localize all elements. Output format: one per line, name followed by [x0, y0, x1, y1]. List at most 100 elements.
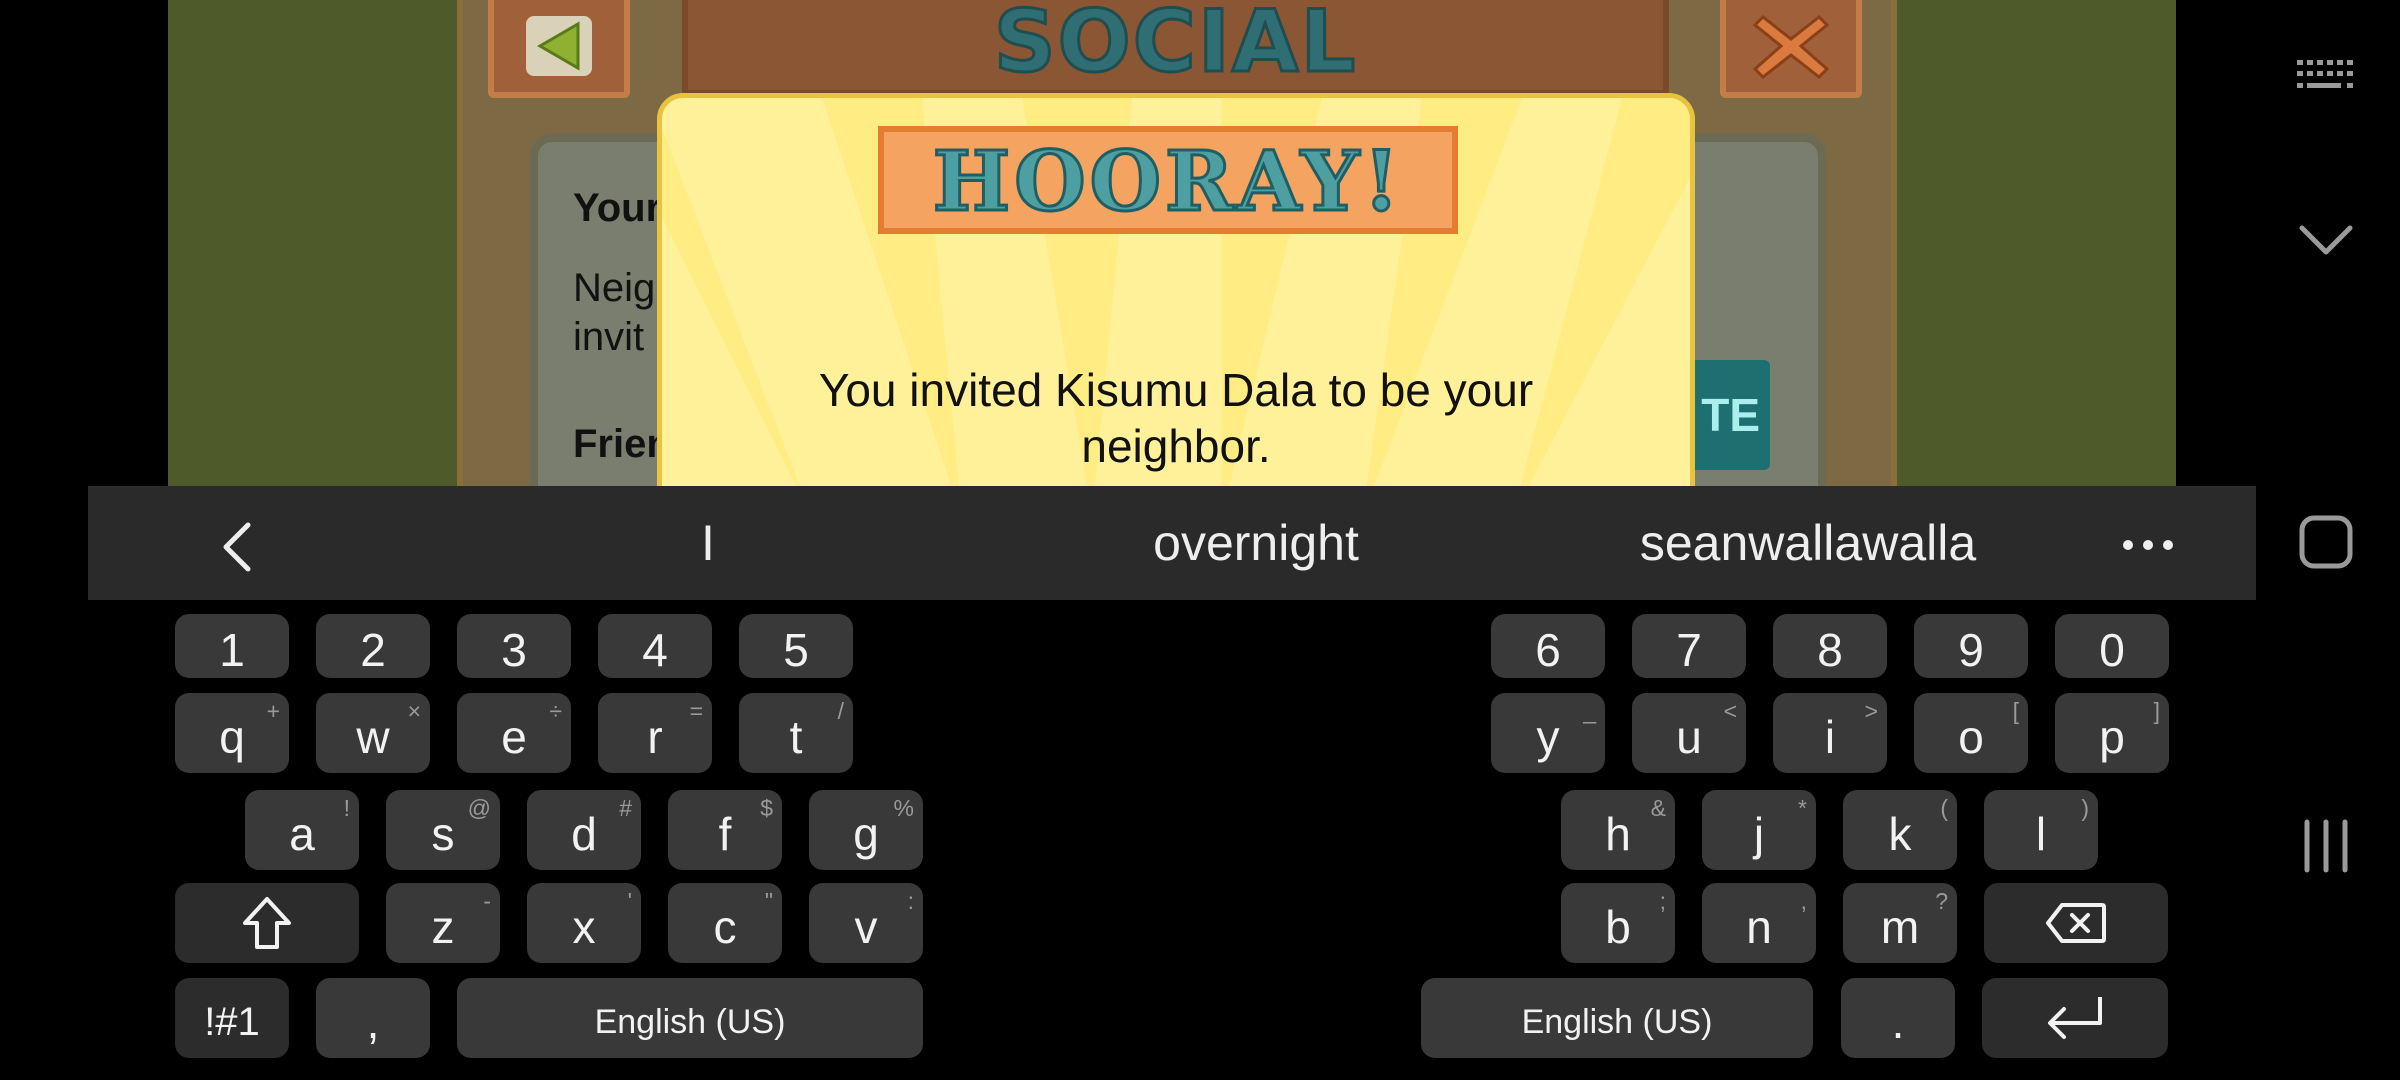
key-r[interactable]: r = — [598, 693, 712, 773]
invite-button-label: TE — [1701, 389, 1760, 441]
key-label: p — [2099, 711, 2125, 763]
key-9[interactable]: 9 — [1914, 614, 2028, 678]
key-label: j — [1753, 808, 1765, 860]
key-hint: [ — [2012, 698, 2019, 724]
key-hint: , — [1800, 888, 1807, 914]
more-options-button[interactable] — [2088, 486, 2208, 600]
key-6[interactable]: 6 — [1491, 614, 1605, 678]
key-hint: # — [619, 795, 632, 821]
enter-key[interactable] — [1982, 978, 2168, 1058]
key-j[interactable]: j * — [1702, 790, 1816, 870]
key-2[interactable]: 2 — [316, 614, 430, 678]
backspace-key[interactable] — [1984, 883, 2168, 963]
key-3[interactable]: 3 — [457, 614, 571, 678]
hide-keyboard-button[interactable] — [2290, 220, 2362, 260]
key-hint: > — [1864, 698, 1878, 724]
key-a[interactable]: a! — [245, 790, 359, 870]
key-label: 8 — [1817, 624, 1843, 676]
key-b[interactable]: b; — [1561, 883, 1675, 963]
hooray-dialog: HOORAY! You invited Kisumu Dala to be yo… — [657, 93, 1695, 486]
key-8[interactable]: 8 — [1773, 614, 1887, 678]
recent-apps-button[interactable] — [2290, 818, 2362, 874]
key-label: l — [2035, 808, 2047, 860]
key-hint: + — [266, 698, 280, 724]
key-q[interactable]: q + — [175, 693, 289, 773]
key-hint: < — [1723, 698, 1737, 724]
key-hint: ÷ — [549, 698, 562, 724]
invite-confirmation-message: You invited Kisumu Dala to be your neigh… — [818, 364, 1534, 472]
key-p[interactable]: p] — [2055, 693, 2169, 773]
key-hint: / — [837, 698, 844, 724]
suggestion-item[interactable]: I — [648, 486, 768, 600]
key-l[interactable]: l) — [1984, 790, 2098, 870]
key-4[interactable]: 4 — [598, 614, 712, 678]
key-7[interactable]: 7 — [1632, 614, 1746, 678]
shift-icon — [243, 897, 291, 949]
key-n[interactable]: n, — [1702, 883, 1816, 963]
key-t[interactable]: t / — [739, 693, 853, 773]
key-hint: & — [1650, 795, 1666, 821]
key-label: e — [501, 711, 527, 763]
suggestion-item[interactable]: seanwallawalla — [1518, 486, 2098, 600]
key-w[interactable]: w × — [316, 693, 430, 773]
key-label: i — [1824, 711, 1836, 763]
key-label: y — [1536, 711, 1560, 763]
key-5[interactable]: 5 — [739, 614, 853, 678]
key-hint: ; — [1659, 888, 1666, 914]
key-f[interactable]: f $ — [668, 790, 782, 870]
spacebar-left[interactable]: English (US) — [457, 978, 923, 1058]
keyboard-switch-button[interactable] — [2290, 56, 2362, 96]
key-label: o — [1958, 711, 1984, 763]
backspace-icon — [2046, 903, 2106, 943]
key-label: v — [854, 901, 878, 953]
key-1[interactable]: 1 — [175, 614, 289, 678]
key-u[interactable]: u < — [1632, 693, 1746, 773]
key-v[interactable]: v: — [809, 883, 923, 963]
recent-apps-icon — [2304, 819, 2348, 873]
key-label: m — [1880, 901, 1920, 953]
key-label: !#1 — [204, 999, 260, 1044]
key-y[interactable]: y _ — [1491, 693, 1605, 773]
more-dots-icon — [2123, 540, 2173, 551]
key-g[interactable]: g% — [809, 790, 923, 870]
key-label: a — [289, 808, 315, 860]
key-i[interactable]: i > — [1773, 693, 1887, 773]
key-0[interactable]: 0 — [2055, 614, 2169, 678]
invite-button[interactable]: TE — [1684, 360, 1770, 470]
key-d[interactable]: d # — [527, 790, 641, 870]
shift-key[interactable] — [175, 883, 359, 963]
symbols-key[interactable]: !#1 — [175, 978, 289, 1058]
key-e[interactable]: e ÷ — [457, 693, 571, 773]
key-hint: - — [483, 888, 491, 914]
key-hint: ) — [2081, 795, 2089, 821]
key-c[interactable]: c " — [668, 883, 782, 963]
suggestion-item[interactable]: overnight — [976, 486, 1536, 600]
key-o[interactable]: o[ — [1914, 693, 2028, 773]
key-hint: ! — [343, 795, 350, 821]
suggestion-collapse-button[interactable] — [198, 486, 278, 600]
key-s[interactable]: s @ — [386, 790, 500, 870]
key-k[interactable]: k( — [1843, 790, 1957, 870]
close-icon — [1752, 14, 1830, 80]
neighbors-description-line1: Neig — [573, 266, 656, 310]
spacebar-right[interactable]: English (US) — [1421, 978, 1813, 1058]
key-label: , — [366, 996, 380, 1048]
key-label: . — [1891, 996, 1905, 1048]
key-period[interactable]: . — [1841, 978, 1955, 1058]
key-m[interactable]: m? — [1843, 883, 1957, 963]
key-label: c — [713, 901, 737, 953]
key-hint: ( — [1940, 795, 1948, 821]
chevron-down-icon — [2299, 225, 2353, 255]
key-hint: ' — [627, 888, 632, 914]
key-x[interactable]: x ' — [527, 883, 641, 963]
enter-icon — [2048, 997, 2102, 1039]
home-button[interactable] — [2290, 514, 2362, 570]
key-comma[interactable]: , — [316, 978, 430, 1058]
close-button[interactable] — [1720, 0, 1862, 98]
key-hint: × — [407, 698, 421, 724]
back-button[interactable] — [488, 0, 630, 98]
key-label: 4 — [642, 624, 668, 676]
key-z[interactable]: z- — [386, 883, 500, 963]
key-hint: _ — [1583, 698, 1596, 724]
key-h[interactable]: h & — [1561, 790, 1675, 870]
